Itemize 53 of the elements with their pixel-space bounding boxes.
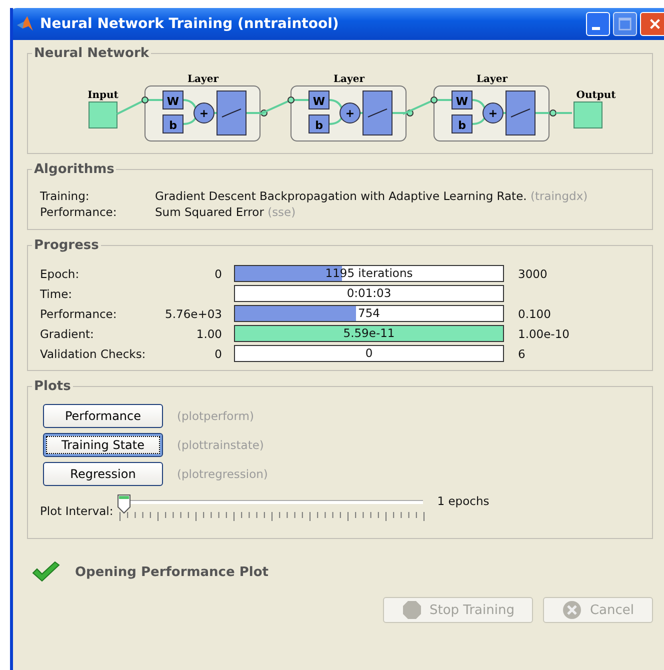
window-title: Neural Network Training (nntraintool)	[40, 16, 340, 32]
slider-thumb[interactable]	[117, 494, 132, 514]
start-value: 0	[214, 266, 222, 280]
target-value: 6	[518, 346, 526, 360]
progress-label: Time:	[40, 286, 74, 300]
input-label: Input	[88, 90, 118, 101]
interval-value: 1 epochs	[437, 494, 490, 508]
stop-sign-icon	[402, 600, 422, 620]
function-name: (plottrainstate)	[177, 438, 264, 452]
checkmark-icon	[31, 561, 61, 583]
status-message: Opening Performance Plot	[75, 564, 268, 580]
progress-value: 0	[364, 346, 374, 361]
field-label: Training:	[40, 189, 90, 203]
group-title: Algorithms	[33, 162, 116, 177]
function-name: (sse)	[268, 205, 296, 219]
plot-button[interactable]: Regression	[43, 462, 163, 486]
progress-label: Epoch:	[40, 266, 80, 280]
group-title: Progress	[33, 238, 100, 253]
app-logo-icon	[16, 15, 34, 33]
maximize-icon	[618, 17, 632, 31]
start-value: 0	[214, 346, 222, 360]
close-icon	[648, 17, 662, 31]
close-button[interactable]	[640, 12, 664, 36]
progress-label: Performance:	[40, 306, 118, 320]
function-name: (plotperform)	[177, 409, 254, 423]
progress-value: 754	[357, 306, 381, 321]
output-label: Output	[576, 90, 616, 101]
field-label: Performance:	[40, 205, 118, 219]
plot-button[interactable]: Training State	[43, 433, 163, 457]
minimize-icon	[592, 26, 600, 30]
function-name: (traingdx)	[530, 189, 588, 203]
function-name: (plotregression)	[177, 467, 268, 481]
group-title: Plots	[33, 379, 72, 394]
cancel-icon	[562, 600, 582, 620]
plot-button[interactable]: Performance	[43, 404, 163, 428]
target-value: 3000	[518, 266, 548, 280]
field-value: Gradient Descent Backpropagation with Adaptive Learning Rate.	[155, 189, 527, 203]
target-value: 1.00e-10	[518, 326, 570, 340]
progress-value: 0:01:03	[346, 286, 392, 301]
field-value: Sum Squared Error	[155, 205, 264, 219]
start-value: 1.00	[196, 326, 222, 340]
input-node	[88, 102, 118, 128]
group-title: Neural Network	[33, 46, 150, 61]
start-value: 5.76e+03	[165, 306, 222, 320]
progress-label: Gradient:	[40, 326, 95, 340]
target-value: 0.100	[518, 306, 551, 320]
output-node	[574, 102, 602, 128]
maximize-button[interactable]	[613, 12, 637, 36]
progress-label: Validation Checks:	[40, 346, 147, 360]
output-connector	[556, 112, 572, 114]
minimize-button[interactable]	[586, 12, 610, 36]
interval-label: Plot Interval:	[40, 504, 114, 518]
progress-value: 5.59e-11	[342, 326, 396, 341]
